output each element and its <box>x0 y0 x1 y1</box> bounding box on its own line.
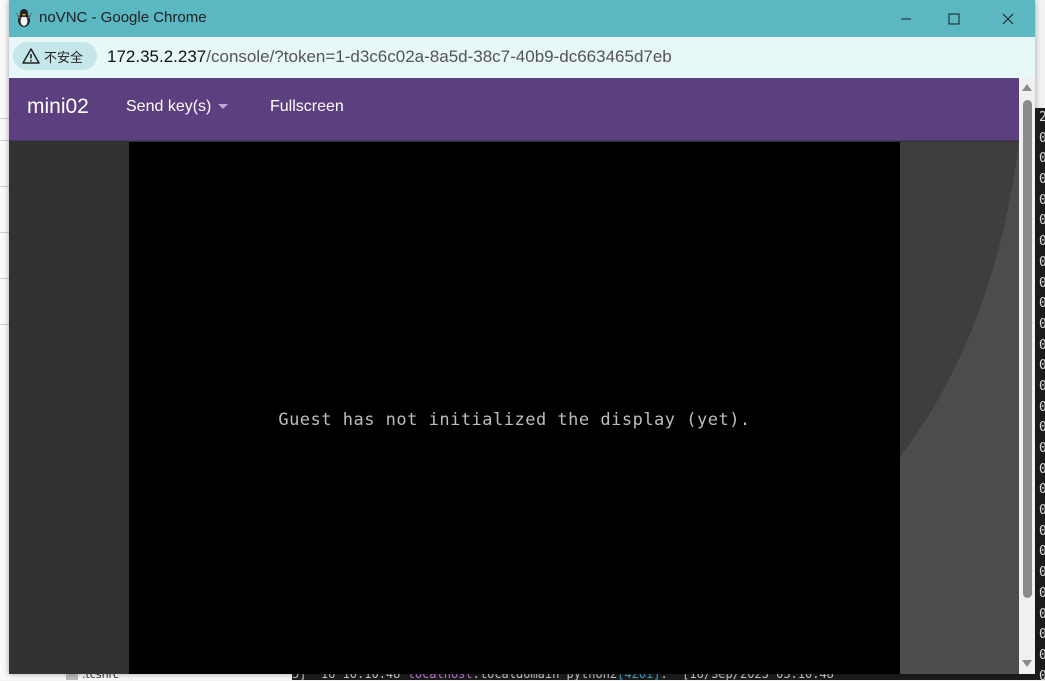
terminal-digit: 0 <box>1039 296 1045 312</box>
minimize-button[interactable] <box>883 0 929 37</box>
background-decoration <box>900 142 1019 674</box>
terminal-digit: 0 <box>1039 254 1045 270</box>
close-button[interactable] <box>985 0 1031 37</box>
terminal-digit: 0 <box>1039 647 1045 663</box>
warning-icon <box>22 48 40 64</box>
browser-window: noVNC - Google Chrome 不安全 172.35.2.237/c… <box>9 0 1035 674</box>
fullscreen-button[interactable]: Fullscreen <box>270 98 344 116</box>
minimize-icon <box>901 18 911 19</box>
terminal-digit: 23 <box>1039 110 1045 125</box>
security-indicator[interactable]: 不安全 <box>13 42 97 70</box>
security-label: 不安全 <box>44 49 84 65</box>
terminal-digit: 0 <box>1039 668 1045 680</box>
maximize-icon <box>948 13 960 24</box>
vertical-scrollbar[interactable] <box>1019 78 1035 674</box>
vm-name: mini02 <box>27 95 89 118</box>
title-bar[interactable]: noVNC - Google Chrome <box>9 0 1035 37</box>
terminal-digit: 0 <box>1039 441 1045 456</box>
address-bar: 不安全 172.35.2.237/console/?token=1-d3c6c0… <box>9 37 1035 79</box>
terminal-digit: 0 <box>1039 461 1045 477</box>
close-icon <box>1002 13 1014 24</box>
url-field[interactable]: 172.35.2.237/console/?token=1-d3c6c02a-8… <box>107 47 672 67</box>
scroll-down-icon[interactable] <box>1022 660 1032 667</box>
terminal-digit: 0 <box>1039 503 1045 519</box>
novnc-app-icon <box>15 9 33 27</box>
terminal-digit: 0 <box>1039 130 1045 146</box>
maximize-button[interactable] <box>931 0 977 37</box>
chevron-down-icon <box>218 104 229 110</box>
terminal-digit: 0 <box>1039 420 1045 436</box>
terminal-digit: 0 <box>1039 627 1045 643</box>
terminal-digit: 0 <box>1039 482 1045 498</box>
terminal-digit: 0 <box>1039 172 1045 188</box>
terminal-digit: 0 <box>1039 544 1045 560</box>
terminal-digit: 0 <box>1039 523 1045 539</box>
terminal-digit: 0 <box>1039 585 1045 601</box>
terminal-digit: 0 <box>1039 234 1045 250</box>
terminal-digit: 0 <box>1039 316 1045 332</box>
terminal-digit: 0 <box>1039 565 1045 581</box>
novnc-navbar: mini02 Send key(s) Fullscreen <box>9 78 1019 141</box>
window-title: noVNC - Google Chrome <box>39 9 207 26</box>
screen-message: Guest has not initialized the display (y… <box>278 410 751 430</box>
terminal-digit: 0 <box>1039 213 1045 229</box>
terminal-digit: 0 <box>1039 192 1045 208</box>
terminal-digit: 0 <box>1039 606 1045 622</box>
url-path: /console/?token=1-d3c6c02a-8a5d-38c7-40b… <box>206 47 672 66</box>
terminal-digit: 0 <box>1039 337 1045 353</box>
terminal-digit: 0 <box>1039 358 1045 374</box>
send-keys-menu[interactable]: Send key(s) <box>126 98 229 116</box>
scroll-up-icon[interactable] <box>1022 84 1032 91</box>
terminal-digit: 0 <box>1039 399 1045 415</box>
url-host: 172.35.2.237 <box>107 47 207 66</box>
terminal-digit: 0 <box>1039 378 1045 394</box>
terminal-digit: 0 <box>1039 275 1045 291</box>
scrollbar-thumb[interactable] <box>1023 100 1032 598</box>
vnc-screen[interactable]: Guest has not initialized the display (y… <box>129 142 900 674</box>
background-terminal-column: 23 0 0 0 0 0 0 0 0 0 0 0 0 0 0 0 0 0 0 0 0 0 0 0 0 0 0 0 <box>1035 108 1045 680</box>
novnc-viewport: mini02 Send key(s) Fullscreen Guest has … <box>9 78 1019 674</box>
terminal-digit: 0 <box>1039 151 1045 167</box>
